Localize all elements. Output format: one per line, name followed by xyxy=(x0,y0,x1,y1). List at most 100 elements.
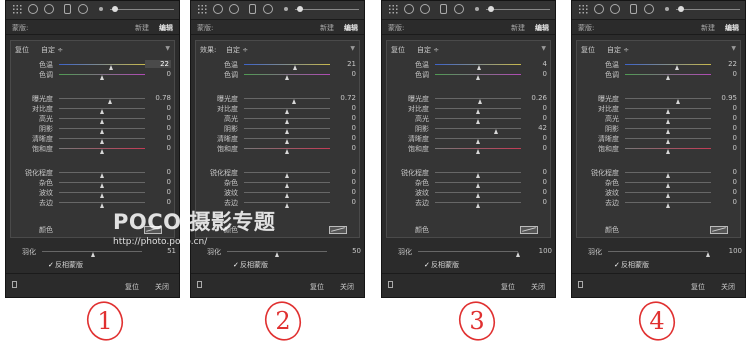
spot-removal-icon[interactable] xyxy=(404,4,414,14)
brush-size-knob[interactable] xyxy=(112,6,118,12)
slider-value[interactable]: 0 xyxy=(525,70,547,78)
slider-value[interactable]: 0 xyxy=(715,188,737,196)
red-eye-icon[interactable] xyxy=(229,4,239,14)
slider-value[interactable]: 0 xyxy=(334,178,356,186)
slider-value[interactable]: 0 xyxy=(715,144,737,152)
slider-track[interactable] xyxy=(244,192,330,198)
feather-track[interactable] xyxy=(608,251,710,257)
slider-track[interactable] xyxy=(435,138,521,144)
edit-mask-button[interactable]: 编辑 xyxy=(535,23,549,33)
slider-value[interactable]: 0 xyxy=(525,198,547,206)
brush-icon[interactable] xyxy=(284,7,288,11)
effect-preset-dropdown[interactable]: 自定 ÷ xyxy=(607,45,629,55)
close-button[interactable]: 关闭 xyxy=(721,282,735,292)
slider-value[interactable]: 0 xyxy=(149,198,171,206)
slider-track[interactable] xyxy=(435,182,521,188)
slider-value[interactable]: 0 xyxy=(149,124,171,132)
slider-thumb[interactable] xyxy=(475,149,480,154)
slider-value[interactable]: 0.95 xyxy=(715,94,737,102)
reset-button[interactable]: 复位 xyxy=(691,282,705,292)
slider-value[interactable]: 0 xyxy=(715,114,737,122)
graduated-filter-icon[interactable] xyxy=(440,4,447,14)
slider-track[interactable] xyxy=(244,98,330,104)
slider-value[interactable]: 0.26 xyxy=(525,94,547,102)
slider-value[interactable]: 0 xyxy=(149,104,171,112)
slider-thumb[interactable] xyxy=(475,203,480,208)
feather-value[interactable]: 50 xyxy=(339,247,361,255)
feather-value[interactable]: 100 xyxy=(530,247,552,255)
slider-value[interactable]: 0 xyxy=(525,178,547,186)
slider-value[interactable]: 0 xyxy=(334,168,356,176)
slider-track[interactable] xyxy=(625,118,711,124)
graduated-filter-icon[interactable] xyxy=(64,4,71,14)
invert-mask-checkbox[interactable]: ✓反相蒙版 xyxy=(48,260,83,270)
color-swatch[interactable] xyxy=(520,226,538,234)
slider-track[interactable] xyxy=(435,64,521,70)
red-eye-icon[interactable] xyxy=(44,4,54,14)
slider-track[interactable] xyxy=(244,74,330,80)
slider-value[interactable]: 0 xyxy=(149,188,171,196)
feather-thumb[interactable] xyxy=(515,252,520,257)
brush-icon[interactable] xyxy=(665,7,669,11)
slider-value[interactable]: 0 xyxy=(525,134,547,142)
feather-track[interactable] xyxy=(42,251,142,257)
slider-track[interactable] xyxy=(59,108,145,114)
slider-track[interactable] xyxy=(625,202,711,208)
slider-track[interactable] xyxy=(59,192,145,198)
slider-track[interactable] xyxy=(59,74,145,80)
slider-track[interactable] xyxy=(625,64,711,70)
mask-overlay-toggle-icon[interactable] xyxy=(197,281,202,288)
reset-button[interactable]: 复位 xyxy=(125,282,139,292)
slider-value[interactable]: 0 xyxy=(715,70,737,78)
slider-value[interactable]: 0.72 xyxy=(334,94,356,102)
slider-value[interactable]: 0 xyxy=(334,198,356,206)
spot-removal-icon[interactable] xyxy=(594,4,604,14)
graduated-filter-icon[interactable] xyxy=(630,4,637,14)
effect-preset-dropdown[interactable]: 自定 ÷ xyxy=(417,45,439,55)
slider-value[interactable]: 42 xyxy=(525,124,547,132)
slider-track[interactable] xyxy=(244,172,330,178)
slider-value[interactable]: 0 xyxy=(525,114,547,122)
slider-track[interactable] xyxy=(244,138,330,144)
collapse-triangle-icon[interactable]: ▼ xyxy=(165,45,170,52)
slider-value[interactable]: 0 xyxy=(334,124,356,132)
slider-track[interactable] xyxy=(244,118,330,124)
slider-value[interactable]: 0 xyxy=(334,104,356,112)
slider-thumb[interactable] xyxy=(284,149,289,154)
slider-value[interactable]: 0.78 xyxy=(149,94,171,102)
feather-value[interactable]: 51 xyxy=(154,247,176,255)
brush-size-knob[interactable] xyxy=(488,6,494,12)
reset-button[interactable]: 复位 xyxy=(501,282,515,292)
slider-value[interactable]: 0 xyxy=(334,70,356,78)
feather-track[interactable] xyxy=(418,251,520,257)
spot-removal-icon[interactable] xyxy=(28,4,38,14)
slider-value[interactable]: 0 xyxy=(149,178,171,186)
close-button[interactable]: 关闭 xyxy=(155,282,169,292)
slider-value[interactable]: 0 xyxy=(715,168,737,176)
red-eye-icon[interactable] xyxy=(420,4,430,14)
slider-value[interactable]: 0 xyxy=(334,144,356,152)
slider-track[interactable] xyxy=(244,108,330,114)
slider-thumb[interactable] xyxy=(99,203,104,208)
close-button[interactable]: 关闭 xyxy=(531,282,545,292)
brush-size-track[interactable] xyxy=(110,9,174,10)
color-swatch[interactable] xyxy=(710,226,728,234)
slider-value[interactable]: 0 xyxy=(715,178,737,186)
slider-track[interactable] xyxy=(59,138,145,144)
slider-value[interactable]: 0 xyxy=(715,134,737,142)
slider-track[interactable] xyxy=(435,202,521,208)
slider-thumb[interactable] xyxy=(99,75,104,80)
feather-value[interactable]: 100 xyxy=(720,247,742,255)
slider-track[interactable] xyxy=(59,172,145,178)
spot-removal-icon[interactable] xyxy=(213,4,223,14)
effect-label[interactable]: 效果: xyxy=(200,45,216,55)
red-eye-icon[interactable] xyxy=(610,4,620,14)
slider-track[interactable] xyxy=(59,118,145,124)
effect-label[interactable]: 复位 xyxy=(581,45,595,55)
brush-size-track[interactable] xyxy=(486,9,550,10)
crop-overlay-icon[interactable] xyxy=(578,4,588,14)
slider-thumb[interactable] xyxy=(475,75,480,80)
invert-mask-checkbox[interactable]: ✓反相蒙版 xyxy=(233,260,268,270)
brush-size-track[interactable] xyxy=(295,9,359,10)
brush-size-track[interactable] xyxy=(676,9,740,10)
